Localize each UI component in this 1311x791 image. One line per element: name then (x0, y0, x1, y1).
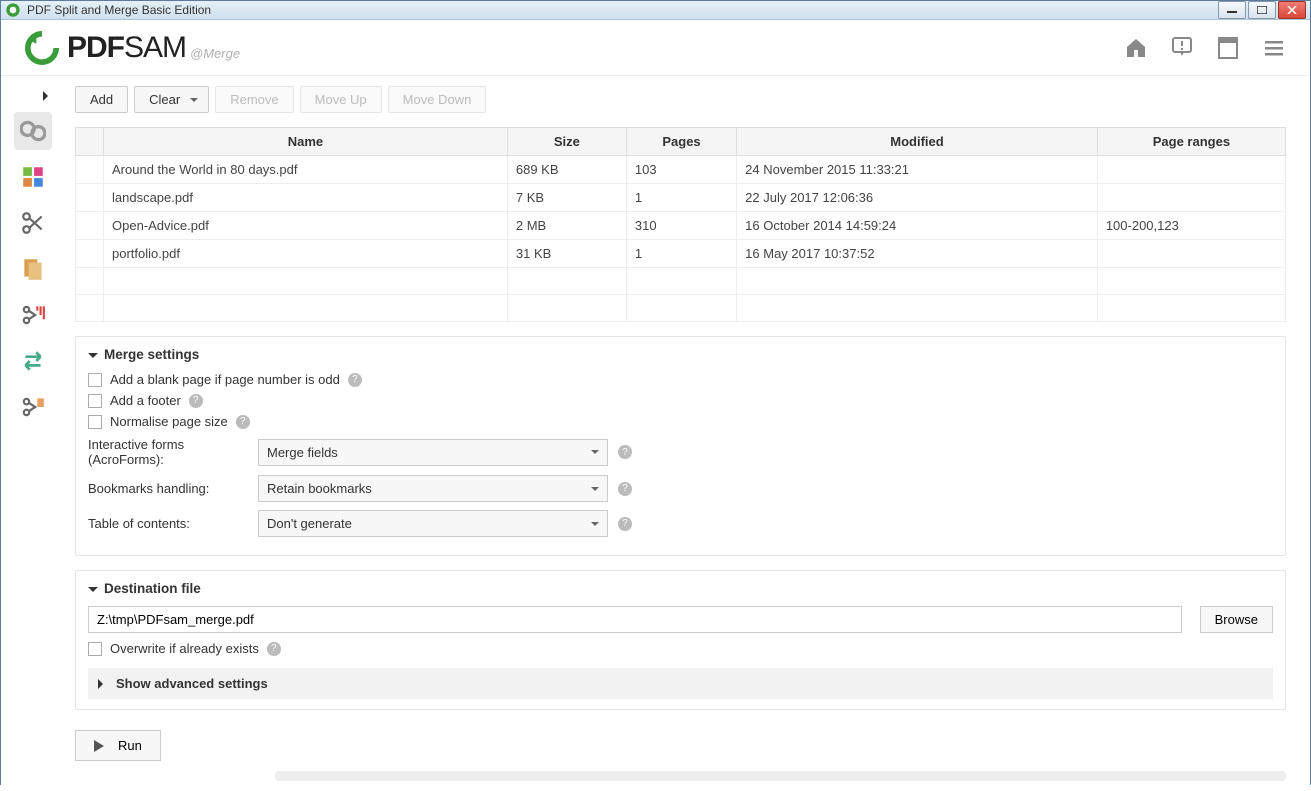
rail-alternate-mix[interactable] (14, 388, 52, 426)
menu-icon[interactable] (1262, 36, 1286, 60)
scrollbar[interactable] (275, 771, 1286, 781)
window-title: PDF Split and Merge Basic Edition (27, 3, 1218, 17)
normalise-checkbox[interactable] (88, 415, 102, 429)
normalise-label: Normalise page size (110, 414, 228, 429)
merge-settings-toggle[interactable]: Merge settings (88, 347, 1273, 362)
add-button[interactable]: Add (75, 86, 128, 113)
col-size[interactable]: Size (507, 128, 626, 156)
col-name[interactable]: Name (104, 128, 508, 156)
overwrite-label: Overwrite if already exists (110, 641, 259, 656)
bookmarks-label: Bookmarks handling: (88, 481, 248, 496)
forms-select[interactable]: Merge fields (258, 439, 608, 466)
destination-input[interactable] (88, 606, 1182, 633)
destination-title: Destination file (104, 581, 201, 596)
help-icon[interactable]: ? (618, 445, 632, 459)
module-name: @Merge (190, 46, 240, 61)
logo-text: PDFSAM (67, 31, 186, 65)
titlebar: PDF Split and Merge Basic Edition (1, 1, 1310, 20)
chevron-right-icon (98, 679, 108, 689)
col-ranges[interactable]: Page ranges (1097, 128, 1285, 156)
col-pages[interactable]: Pages (626, 128, 736, 156)
side-rail (1, 76, 65, 791)
toc-select[interactable]: Don't generate (258, 510, 608, 537)
table-row[interactable]: Around the World in 80 days.pdf689 KB103… (76, 156, 1286, 184)
merge-settings-title: Merge settings (104, 347, 199, 362)
blank-page-label: Add a blank page if page number is odd (110, 372, 340, 387)
minimize-button[interactable] (1218, 1, 1246, 19)
destination-panel: Destination file Browse Overwrite if alr… (75, 570, 1286, 710)
table-row[interactable] (76, 295, 1286, 322)
clear-button[interactable]: Clear (134, 86, 209, 113)
bookmarks-select[interactable]: Retain bookmarks (258, 475, 608, 502)
advanced-toggle[interactable]: Show advanced settings (88, 668, 1273, 699)
logo-icon (25, 31, 59, 65)
rail-split[interactable] (14, 204, 52, 242)
destination-toggle[interactable]: Destination file (88, 581, 1273, 596)
table-row[interactable]: Open-Advice.pdf2 MB31016 October 2014 14… (76, 212, 1286, 240)
merge-settings-panel: Merge settings Add a blank page if page … (75, 336, 1286, 556)
rail-split-size[interactable] (14, 296, 52, 334)
rail-extract[interactable] (14, 250, 52, 288)
move-up-button[interactable]: Move Up (300, 86, 382, 113)
files-table: Name Size Pages Modified Page ranges Aro… (75, 127, 1286, 322)
toc-label: Table of contents: (88, 516, 248, 531)
rail-merge[interactable] (14, 112, 52, 150)
col-handle (76, 128, 104, 156)
help-icon[interactable]: ? (618, 517, 632, 531)
footer-label: Add a footer (110, 393, 181, 408)
app-icon (5, 2, 21, 18)
play-icon (94, 740, 110, 752)
help-icon[interactable]: ? (189, 394, 203, 408)
blank-page-checkbox[interactable] (88, 373, 102, 387)
notification-icon[interactable] (1170, 36, 1194, 60)
remove-button[interactable]: Remove (215, 86, 293, 113)
chevron-down-icon (88, 353, 98, 363)
app-header: PDFSAM @Merge (1, 20, 1310, 76)
maximize-button[interactable] (1248, 1, 1276, 19)
move-down-button[interactable]: Move Down (388, 86, 487, 113)
browse-button[interactable]: Browse (1200, 606, 1273, 633)
forms-label: Interactive forms (AcroForms): (88, 437, 248, 467)
help-icon[interactable]: ? (618, 482, 632, 496)
footer-checkbox[interactable] (88, 394, 102, 408)
advanced-label: Show advanced settings (116, 676, 268, 691)
help-icon[interactable]: ? (236, 415, 250, 429)
col-modified[interactable]: Modified (737, 128, 1098, 156)
table-row[interactable]: landscape.pdf7 KB122 July 2017 12:06:36 (76, 184, 1286, 212)
run-button[interactable]: Run (75, 730, 161, 761)
close-button[interactable] (1278, 1, 1306, 19)
log-icon[interactable] (1216, 36, 1240, 60)
rail-rotate[interactable] (14, 342, 52, 380)
rail-expand[interactable] (1, 84, 65, 108)
table-row[interactable]: portfolio.pdf31 KB116 May 2017 10:37:52 (76, 240, 1286, 268)
table-row[interactable] (76, 268, 1286, 295)
chevron-down-icon (88, 587, 98, 597)
file-toolbar: Add Clear Remove Move Up Move Down (75, 86, 1286, 113)
rail-split-bookmarks[interactable] (14, 158, 52, 196)
home-icon[interactable] (1124, 36, 1148, 60)
chevron-right-icon (43, 91, 53, 101)
overwrite-checkbox[interactable] (88, 642, 102, 656)
help-icon[interactable]: ? (348, 373, 362, 387)
help-icon[interactable]: ? (267, 642, 281, 656)
